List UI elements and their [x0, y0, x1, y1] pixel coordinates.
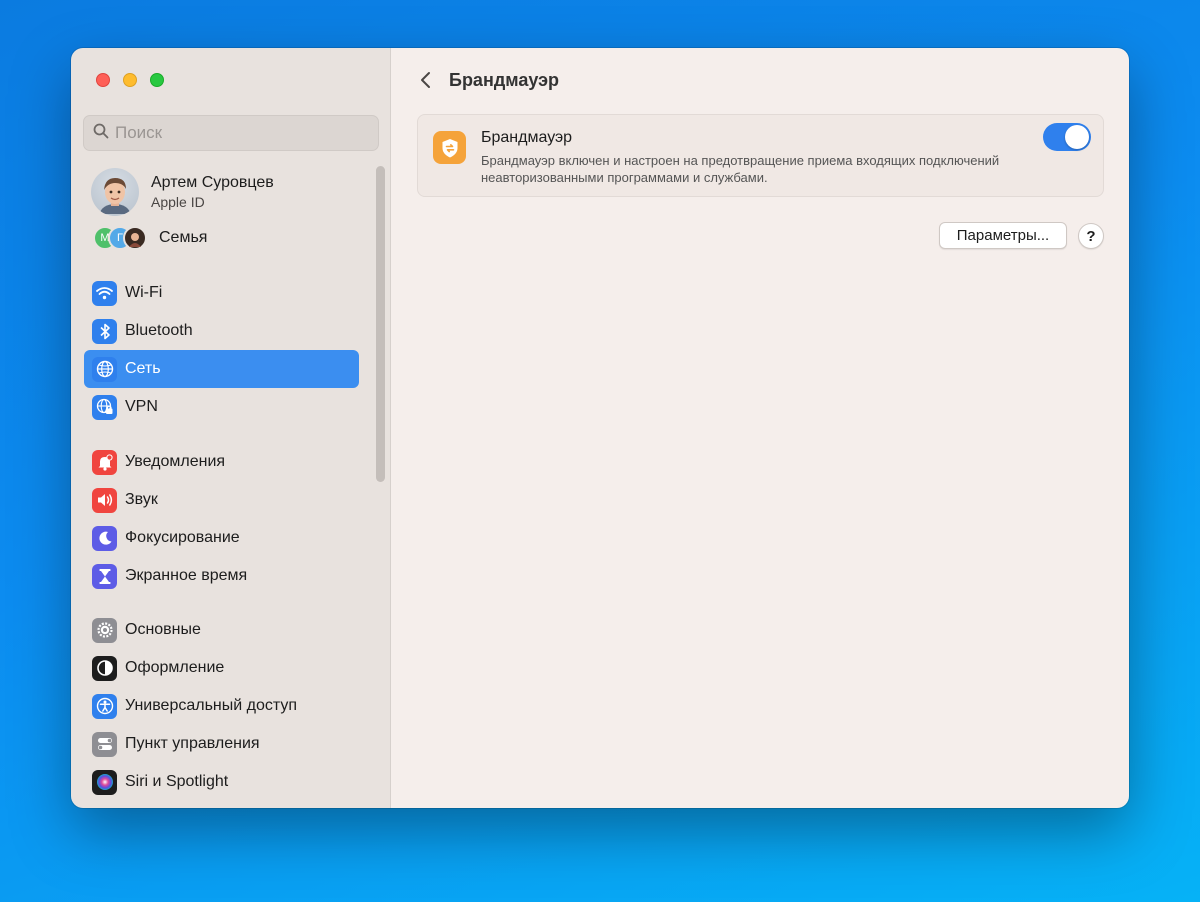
sidebar-item-screen-time[interactable]: Экранное время	[84, 557, 359, 595]
bluetooth-icon	[92, 318, 117, 344]
sidebar-item-appearance[interactable]: Оформление	[84, 649, 359, 687]
family-item[interactable]: М Г Семья	[93, 226, 207, 250]
zoom-button[interactable]	[150, 73, 164, 87]
minimize-button[interactable]	[123, 73, 137, 87]
firewall-title: Брандмауэр	[481, 129, 573, 146]
main-content: Брандмауэр Брандмауэр Брандмауэр включен…	[391, 48, 1129, 808]
sidebar-item-label: Wi-Fi	[125, 284, 163, 301]
sidebar-item-label: Звук	[125, 491, 158, 508]
sidebar-item-siri-spotlight[interactable]: Siri и Spotlight	[84, 763, 359, 801]
back-button[interactable]	[415, 66, 435, 94]
appearance-icon	[92, 655, 117, 681]
page-header: Брандмауэр	[415, 66, 559, 94]
control-center-icon	[92, 731, 117, 757]
toggle-knob	[1065, 125, 1089, 149]
family-member-avatar	[123, 226, 147, 250]
page-title: Брандмауэр	[449, 69, 560, 90]
sidebar-item-bluetooth[interactable]: Bluetooth	[84, 312, 359, 350]
sidebar-item-label: Уведомления	[125, 453, 226, 470]
help-button[interactable]: ?	[1078, 223, 1104, 249]
sidebar-scrollbar[interactable]	[376, 166, 385, 482]
firewall-card: Брандмауэр Брандмауэр включен и настроен…	[417, 114, 1104, 197]
sidebar-item-label: Универсальный доступ	[125, 697, 298, 714]
settings-window: Артем Суровцев Apple ID М Г Семья Wi-Fi …	[71, 48, 1129, 808]
gear-icon	[92, 617, 117, 643]
bell-icon	[92, 449, 117, 475]
sidebar-item-notifications[interactable]: Уведомления	[84, 443, 359, 481]
siri-icon	[92, 769, 117, 795]
sidebar-item-control-center[interactable]: Пункт управления	[84, 725, 359, 763]
sidebar-item-label: Экранное время	[125, 567, 248, 584]
hourglass-icon	[92, 563, 117, 589]
family-label: Семья	[159, 229, 208, 246]
firewall-description: Брандмауэр включен и настроен на предотв…	[481, 153, 1000, 185]
sidebar-item-network[interactable]: Сеть	[84, 350, 359, 388]
chevron-left-icon	[420, 72, 430, 88]
close-button[interactable]	[96, 73, 110, 87]
moon-icon	[92, 525, 117, 551]
accessibility-icon	[92, 693, 117, 719]
sidebar-item-focus[interactable]: Фокусирование	[84, 519, 359, 557]
sidebar: Артем Суровцев Apple ID М Г Семья Wi-Fi …	[71, 48, 391, 808]
profile-name: Артем Суровцев	[151, 174, 274, 191]
sidebar-item-label: Bluetooth	[125, 322, 193, 339]
sidebar-item-vpn[interactable]: VPN	[84, 388, 359, 426]
sidebar-item-label: Оформление	[125, 659, 225, 676]
sidebar-item-label: Основные	[125, 621, 201, 638]
sidebar-item-general[interactable]: Основные	[84, 611, 359, 649]
search-field[interactable]	[83, 115, 379, 151]
firewall-shield-icon	[433, 131, 466, 164]
globe-vpn-icon	[92, 394, 117, 420]
sidebar-item-label: Фокусирование	[125, 529, 240, 546]
options-button[interactable]: Параметры...	[939, 222, 1067, 249]
sidebar-item-label: Пункт управления	[125, 735, 260, 752]
sidebar-item-label: Сеть	[125, 360, 161, 377]
sidebar-item-accessibility[interactable]: Универсальный доступ	[84, 687, 359, 725]
search-icon	[93, 123, 109, 144]
search-input[interactable]	[115, 123, 355, 143]
apple-id-profile[interactable]: Артем Суровцев Apple ID	[91, 168, 274, 216]
speaker-icon	[92, 487, 117, 513]
firewall-toggle[interactable]	[1043, 123, 1091, 151]
sidebar-item-label: Siri и Spotlight	[125, 773, 229, 790]
profile-subtitle: Apple ID	[151, 194, 205, 210]
sidebar-item-label: VPN	[125, 398, 158, 415]
wifi-icon	[92, 280, 117, 306]
sidebar-item-wifi[interactable]: Wi-Fi	[84, 274, 359, 312]
globe-icon	[92, 356, 117, 382]
sidebar-item-sound[interactable]: Звук	[84, 481, 359, 519]
avatar	[91, 168, 139, 216]
traffic-lights	[96, 73, 164, 87]
